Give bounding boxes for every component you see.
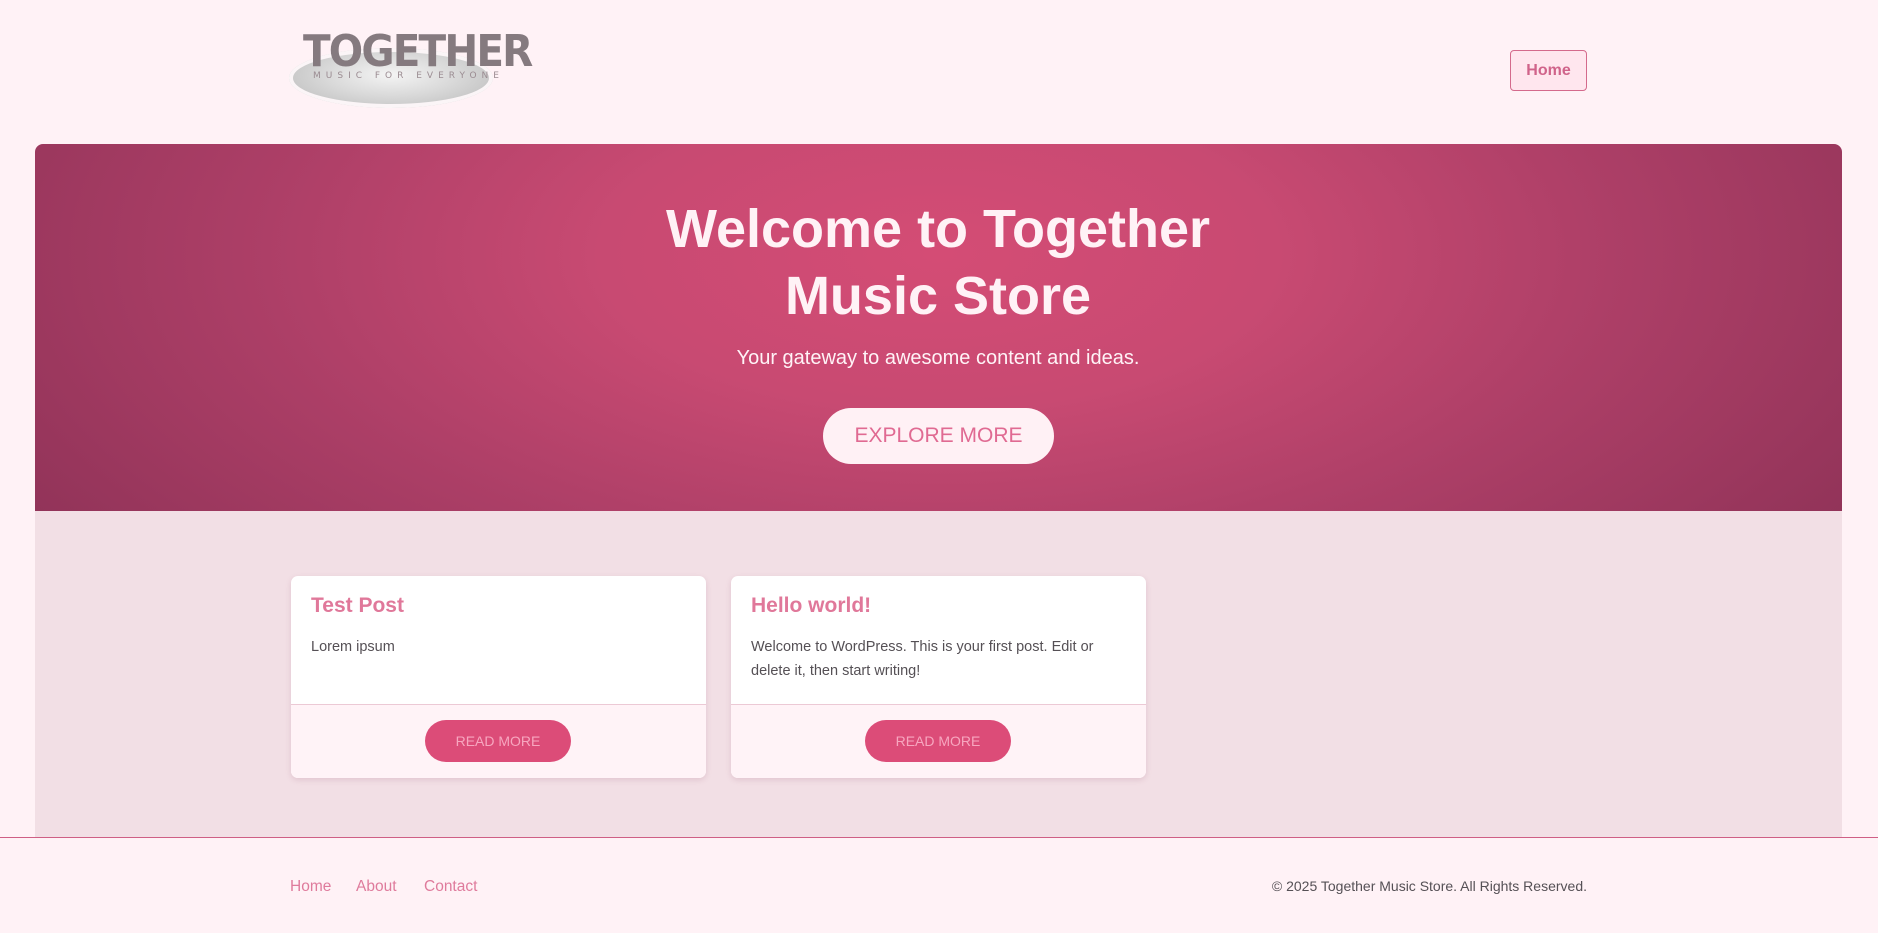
read-more-button[interactable]: READ MORE xyxy=(425,720,571,762)
post-card: Test Post Lorem ipsum READ MORE xyxy=(291,576,706,778)
hero-title-line-2: Music Store xyxy=(784,266,1092,326)
hero-banner: Welcome to Together Music Store Your gat… xyxy=(35,144,1842,511)
post-excerpt: Welcome to WordPress. This is your first… xyxy=(751,639,1094,679)
footer-link-contact[interactable]: Contact xyxy=(424,878,477,896)
posts-section: Test Post Lorem ipsum READ MORE Hello wo… xyxy=(35,511,1842,837)
read-more-button[interactable]: READ MORE xyxy=(865,720,1011,762)
nav-home-link[interactable]: Home xyxy=(1510,50,1587,91)
site-header: TOGETHER MUSIC FOR EVERYONE Home xyxy=(0,0,1878,144)
footer-link-about[interactable]: About xyxy=(356,878,397,896)
hero-title: Welcome to Together Music Store xyxy=(588,196,1288,330)
post-card-footer: READ MORE xyxy=(291,704,706,778)
copyright-notice: © 2025 Together Music Store. All Rights … xyxy=(1271,878,1587,894)
post-title[interactable]: Hello world! xyxy=(751,594,871,618)
hero-subtitle: Your gateway to awesome content and idea… xyxy=(736,347,1140,369)
logo-wordmark: TOGETHER xyxy=(303,26,533,77)
post-excerpt: Lorem ipsum xyxy=(311,639,395,655)
post-card: Hello world! Welcome to WordPress. This … xyxy=(731,576,1146,778)
hero-title-line-1: Welcome to Together xyxy=(665,199,1211,259)
post-title[interactable]: Test Post xyxy=(311,594,404,618)
post-card-footer: READ MORE xyxy=(731,704,1146,778)
site-footer: Home About Contact © 2025 Together Music… xyxy=(0,837,1878,933)
logo-tagline: MUSIC FOR EVERYONE xyxy=(313,71,504,81)
footer-link-home[interactable]: Home xyxy=(290,878,331,896)
site-logo[interactable]: TOGETHER MUSIC FOR EVERYONE xyxy=(289,26,533,108)
explore-more-button[interactable]: EXPLORE MORE xyxy=(823,408,1054,464)
